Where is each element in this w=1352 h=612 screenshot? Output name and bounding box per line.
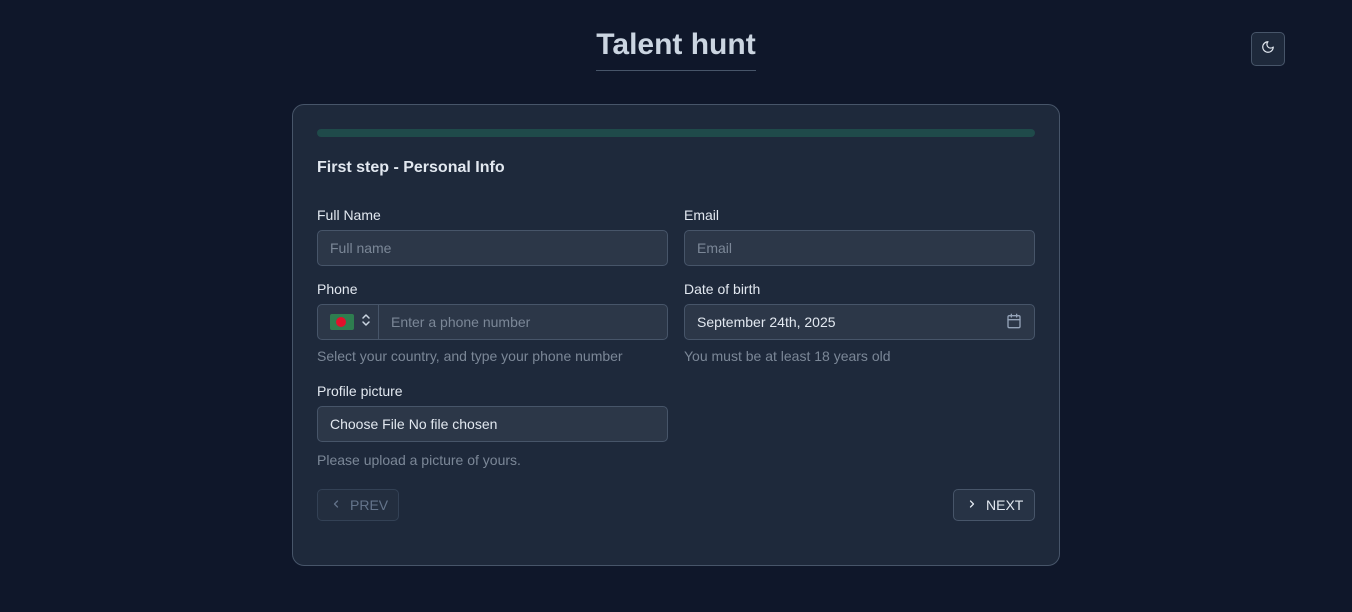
phone-field: Phone Select your country, and type your… (317, 280, 668, 364)
dob-value: September 24th, 2025 (697, 314, 836, 330)
form-card: First step - Personal Info Full Name Ema… (292, 104, 1060, 566)
next-label: NEXT (986, 497, 1024, 513)
phone-input[interactable] (379, 305, 667, 339)
dob-picker[interactable]: September 24th, 2025 (684, 304, 1035, 340)
bangladesh-flag-icon (330, 314, 354, 330)
full-name-field: Full Name (317, 206, 668, 266)
phone-label: Phone (317, 281, 358, 297)
chevron-right-icon (966, 497, 978, 513)
page-title: Talent hunt (596, 27, 756, 71)
choose-file-button[interactable]: Choose File (330, 416, 405, 432)
email-field: Email (684, 206, 1035, 266)
file-status: No file chosen (408, 416, 498, 432)
phone-hint: Select your country, and type your phone… (317, 348, 623, 364)
full-name-input[interactable] (317, 230, 668, 266)
dob-hint: You must be at least 18 years old (684, 348, 891, 364)
prev-button[interactable]: PREV (317, 489, 399, 521)
profile-picture-input[interactable]: Choose File No file chosen (317, 406, 668, 442)
profile-picture-label: Profile picture (317, 383, 403, 399)
profile-picture-field: Profile picture Choose File No file chos… (317, 382, 668, 468)
dob-field: Date of birth September 24th, 2025 You m… (684, 280, 1035, 364)
step-title: First step - Personal Info (317, 159, 505, 176)
next-button[interactable]: NEXT (953, 489, 1035, 521)
prev-label: PREV (350, 497, 389, 513)
chevrons-up-down-icon (361, 313, 371, 332)
profile-picture-hint: Please upload a picture of yours. (317, 452, 521, 468)
email-input[interactable] (684, 230, 1035, 266)
header: Talent hunt (0, 27, 1352, 71)
progress-bar (317, 129, 1035, 137)
theme-toggle-button[interactable] (1251, 32, 1285, 66)
dob-label: Date of birth (684, 281, 761, 297)
phone-input-group (317, 304, 668, 340)
chevron-left-icon (330, 497, 342, 513)
progress-fill (317, 129, 1035, 137)
page: Talent hunt First step - Personal Info F… (0, 0, 1352, 612)
full-name-label: Full Name (317, 207, 381, 223)
calendar-icon (1006, 313, 1022, 332)
email-label: Email (684, 207, 720, 223)
moon-icon (1261, 40, 1275, 59)
country-select[interactable] (318, 305, 379, 339)
